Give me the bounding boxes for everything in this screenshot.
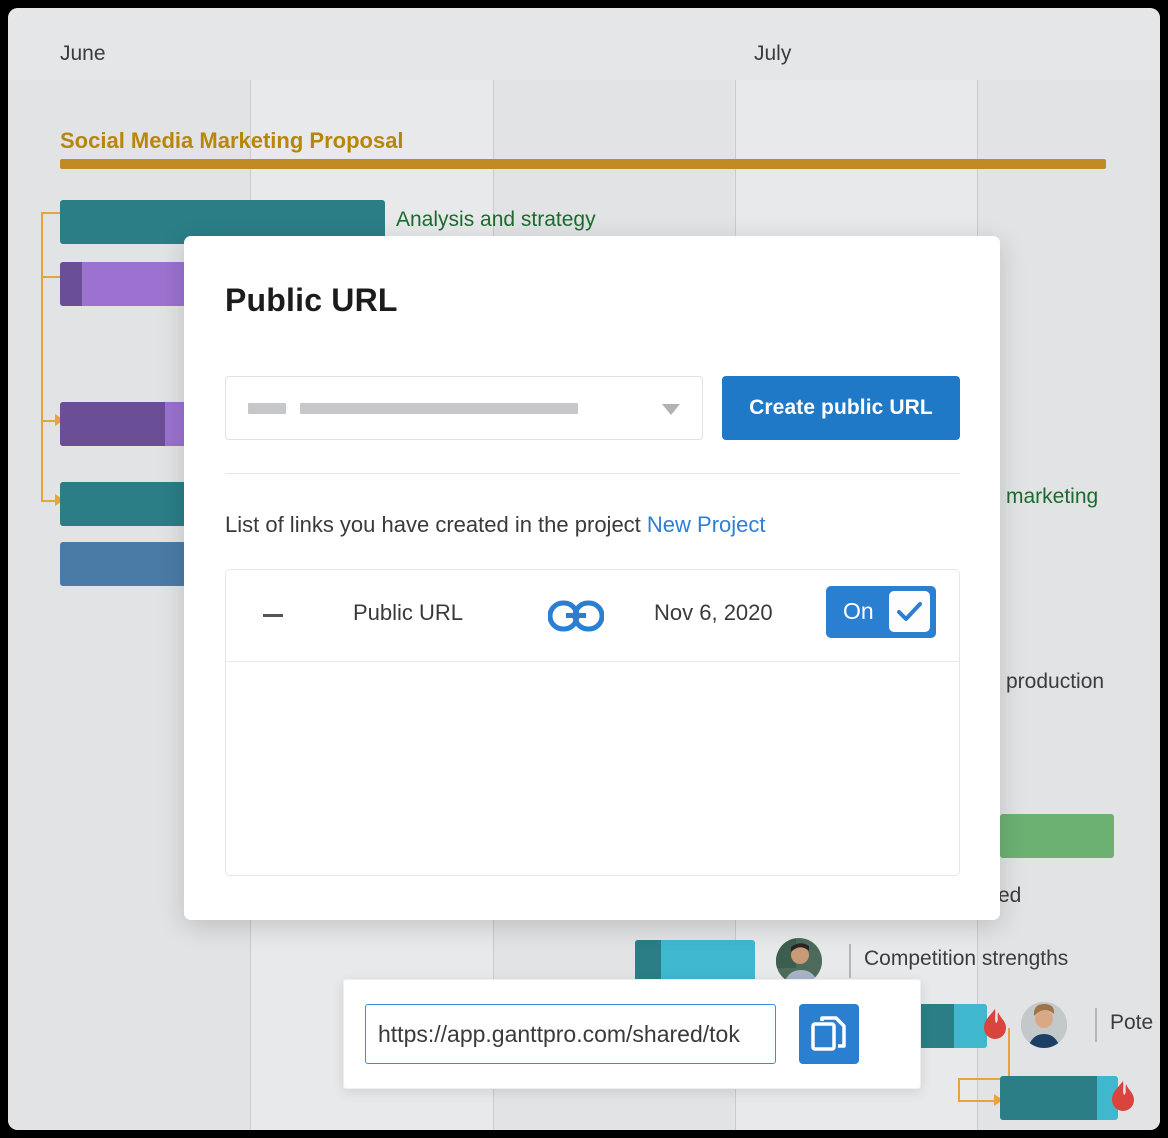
modal-title: Public URL: [225, 282, 398, 318]
dependency-line: [958, 1100, 996, 1102]
links-list-container: Public URL Nov 6, 2020 On: [225, 569, 960, 1089]
dropdown-placeholder-long: [300, 403, 578, 414]
project-link[interactable]: New Project: [647, 512, 766, 537]
gantt-task-label: production: [1006, 670, 1105, 693]
link-row-date: Nov 6, 2020: [654, 600, 773, 625]
gantt-bar-progress: [60, 402, 165, 446]
links-list-caption-text: List of links you have created in the pr…: [225, 512, 647, 537]
gantt-bar-progress: [1000, 1076, 1097, 1120]
flame-icon: [1108, 1080, 1138, 1114]
flame-icon: [980, 1008, 1010, 1042]
link-row-name: Public URL: [353, 600, 464, 625]
timeline-month-july: July: [754, 42, 792, 65]
copy-url-button[interactable]: [799, 1004, 859, 1064]
gantt-task-bar[interactable]: [635, 940, 755, 984]
dependency-line: [41, 420, 43, 500]
gantt-app-frame: June July Social Media Marketing Proposa…: [8, 8, 1160, 1130]
gantt-task-bar[interactable]: [1000, 1076, 1118, 1120]
avatar[interactable]: [1021, 1002, 1067, 1048]
gantt-task-bar[interactable]: [1000, 814, 1114, 858]
grid-column: [977, 80, 1160, 1130]
gantt-task-label: marketing: [1006, 485, 1099, 508]
links-list-caption: List of links you have created in the pr…: [225, 512, 766, 538]
dependency-line: [958, 1078, 960, 1100]
gantt-task-label: ed: [998, 884, 1022, 907]
gantt-task-label: Analysis and strategy: [396, 208, 596, 231]
label-separator: [849, 944, 851, 978]
gantt-bar-progress: [635, 940, 661, 984]
project-select-dropdown[interactable]: [225, 376, 703, 440]
chevron-down-icon: [662, 404, 680, 415]
timeline-header: June July: [8, 8, 1160, 81]
label-separator: [1095, 1008, 1097, 1042]
minus-icon[interactable]: [263, 614, 283, 617]
link-row: Public URL Nov 6, 2020 On: [226, 570, 959, 662]
link-enabled-toggle[interactable]: On: [826, 586, 936, 638]
modal-divider: [225, 473, 960, 474]
gantt-project-label: Social Media Marketing Proposal: [60, 128, 404, 153]
toggle-label: On: [843, 598, 874, 624]
dropdown-placeholder-short: [248, 403, 286, 414]
url-copy-popup: [343, 979, 921, 1089]
gantt-project-bar: [60, 159, 1106, 169]
gantt-task-label: Pote: [1110, 1011, 1154, 1034]
gantt-task-label: Competition strengths: [864, 947, 1069, 970]
dependency-line: [41, 276, 43, 420]
public-url-modal: Public URL Create public URL List of lin…: [184, 236, 1000, 1089]
chain-link-icon[interactable]: [547, 600, 605, 632]
public-url-input[interactable]: [365, 1004, 776, 1064]
gantt-bar-progress: [60, 262, 82, 306]
avatar[interactable]: [776, 938, 822, 984]
timeline-month-june: June: [60, 42, 106, 65]
dependency-line: [1008, 1028, 1010, 1078]
create-public-url-button[interactable]: Create public URL: [722, 376, 960, 440]
toggle-checkbox[interactable]: [889, 591, 930, 632]
